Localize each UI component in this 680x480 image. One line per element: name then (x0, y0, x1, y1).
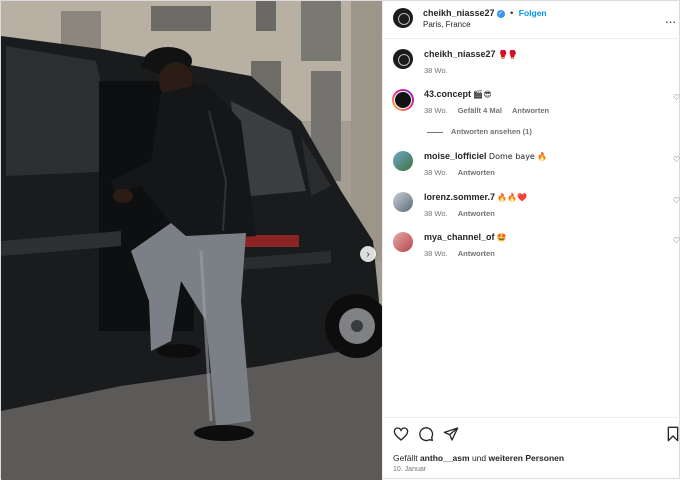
reply-button[interactable]: Antworten (512, 106, 549, 115)
comment-body: Dome baye 🔥 (488, 152, 548, 161)
comment-like-icon[interactable]: ♡ (673, 155, 680, 164)
comment-like-icon[interactable]: ♡ (673, 93, 680, 102)
comment-time[interactable]: 38 Wo. (424, 249, 448, 258)
caption-username[interactable]: cheikh_niasse27 (424, 49, 496, 59)
post-header: cheikh_niasse27 ✓ • Folgen Paris, France … (383, 1, 680, 39)
comment-text: moise_lofficiel Dome baye 🔥 (424, 151, 547, 161)
post-date[interactable]: 10. Januar (393, 466, 426, 473)
comment-body: 🔥🔥❤️ (497, 193, 528, 202)
comment-meta: 38 Wo. Gefällt 4 Mal Antworten (424, 106, 557, 115)
comment-text: mya_channel_of 🤩 (424, 232, 507, 242)
comment-time[interactable]: 38 Wo. (424, 106, 448, 115)
comment-like-icon[interactable]: ♡ (673, 196, 680, 205)
caption-meta: 38 Wo. (424, 66, 456, 75)
reply-button[interactable]: Antworten (458, 249, 495, 258)
author-username[interactable]: cheikh_niasse27 (423, 8, 495, 18)
comment-avatar[interactable] (393, 151, 413, 171)
comment-likes[interactable]: Gefällt 4 Mal (458, 106, 502, 115)
comment-avatar[interactable] (393, 232, 413, 252)
likes-and: und (471, 453, 487, 463)
likes-summary: Gefällt antho__asm und weiteren Personen (393, 453, 564, 463)
comment-avatar[interactable] (393, 192, 413, 212)
comment-body: 🤩 (496, 233, 507, 242)
comment-body: 🎬😎 (473, 90, 492, 99)
story-ring-avatar[interactable] (392, 89, 414, 111)
author-row: cheikh_niasse27 ✓ • Folgen (423, 8, 547, 18)
caption-avatar[interactable] (393, 49, 413, 69)
verified-icon: ✓ (496, 9, 505, 18)
comment-meta: 38 Wo. Antworten (424, 209, 503, 218)
comment-username[interactable]: lorenz.sommer.7 (424, 192, 495, 202)
share-icon[interactable] (443, 426, 459, 442)
liked-by-others[interactable]: weiteren Personen (489, 453, 565, 463)
photo-illustration (1, 1, 382, 480)
comment-text: 43.concept 🎬😎 (424, 89, 492, 99)
caption-emoji: 🥊🥊 (497, 50, 518, 59)
comment-meta: 38 Wo. Antworten (424, 249, 503, 258)
comment-username[interactable]: moise_lofficiel (424, 151, 487, 161)
comment-icon[interactable] (418, 426, 434, 442)
follow-button[interactable]: Folgen (519, 8, 547, 18)
author-avatar[interactable] (393, 8, 413, 28)
caption-time[interactable]: 38 Wo. (424, 66, 448, 75)
comment-like-icon[interactable]: ♡ (673, 236, 680, 245)
bookmark-icon[interactable] (666, 426, 680, 442)
likes-prefix: Gefällt (393, 453, 418, 463)
post-location[interactable]: Paris, France (423, 20, 471, 29)
view-replies-button[interactable]: Antworten ansehen (1) (427, 127, 532, 136)
comment-username[interactable]: mya_channel_of (424, 232, 495, 242)
liked-by-user[interactable]: antho__asm (420, 453, 470, 463)
reply-button[interactable]: Antworten (458, 209, 495, 218)
dot-separator: • (510, 8, 514, 18)
caption-text: cheikh_niasse27 🥊🥊 (424, 49, 518, 59)
comment-text: lorenz.sommer.7 🔥🔥❤️ (424, 192, 527, 202)
post-footer: Gefällt antho__asm und weiteren Personen… (383, 417, 680, 480)
carousel-next-button[interactable]: › (360, 246, 376, 262)
like-icon[interactable] (393, 426, 409, 442)
post-dialog: › cheikh_niasse27 ✓ • Folgen Paris, Franc… (0, 0, 680, 480)
post-sidebar: cheikh_niasse27 ✓ • Folgen Paris, France … (382, 1, 680, 480)
comment-time[interactable]: 38 Wo. (424, 168, 448, 177)
reply-button[interactable]: Antworten (458, 168, 495, 177)
comment-meta: 38 Wo. Antworten (424, 168, 503, 177)
comment-username[interactable]: 43.concept (424, 89, 471, 99)
post-photo[interactable]: › (1, 1, 382, 480)
comment-time[interactable]: 38 Wo. (424, 209, 448, 218)
more-options-icon[interactable]: ... (665, 11, 676, 26)
